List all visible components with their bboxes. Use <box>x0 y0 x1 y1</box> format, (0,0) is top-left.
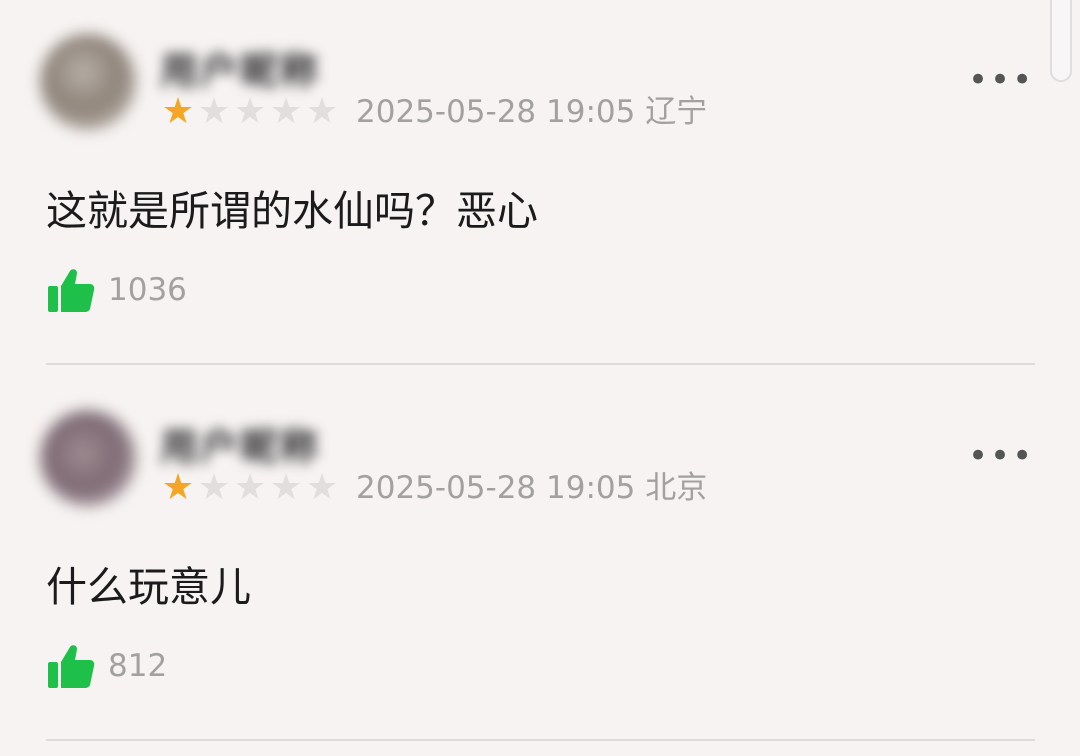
more-options-icon[interactable]: ••• <box>968 436 1032 476</box>
comment-date: 2025-05-28 19:05 <box>356 470 636 506</box>
comment-text: 什么玩意儿 <box>46 563 251 611</box>
thumbs-up-icon <box>48 269 95 312</box>
avatar[interactable] <box>40 410 136 506</box>
more-options-icon[interactable]: ••• <box>968 60 1032 100</box>
comments-page: 用户昵称 ★ ★ ★ ★ ★ 2025-05-28 19:05 辽宁 ••• 这就是所谓… <box>0 0 1080 756</box>
like-count: 1036 <box>108 272 187 308</box>
comment-text: 这就是所谓的水仙吗？恶心 <box>46 187 538 235</box>
comment-item: 用户昵称 ★ ★ ★ ★ ★ 2025-05-28 19:05 辽宁 ••• 这就是所谓… <box>0 0 1080 366</box>
star-empty-icon: ★ <box>197 91 231 132</box>
star-rating: ★ ★ ★ ★ ★ <box>160 92 340 132</box>
comment-location: 辽宁 <box>645 94 708 130</box>
like-count: 812 <box>108 648 168 684</box>
star-empty-icon: ★ <box>233 467 267 508</box>
star-empty-icon: ★ <box>233 91 267 132</box>
star-filled-icon: ★ <box>161 91 195 132</box>
like-button[interactable]: 1036 <box>46 262 187 318</box>
comment-meta: 2025-05-28 19:05 辽宁 <box>356 90 707 134</box>
star-rating: ★ ★ ★ ★ ★ <box>160 468 340 508</box>
divider <box>46 363 1035 365</box>
comment-meta: 2025-05-28 19:05 北京 <box>356 466 707 510</box>
star-filled-icon: ★ <box>161 467 195 508</box>
username[interactable]: 用户昵称 <box>160 40 320 93</box>
comment-date: 2025-05-28 19:05 <box>356 94 636 130</box>
comment-location: 北京 <box>645 470 708 506</box>
star-empty-icon: ★ <box>269 467 303 508</box>
username[interactable]: 用户昵称 <box>160 416 320 469</box>
star-empty-icon: ★ <box>305 467 339 508</box>
star-empty-icon: ★ <box>269 91 303 132</box>
comment-item: 用户昵称 ★ ★ ★ ★ ★ 2025-05-28 19:05 北京 ••• 什么玩意儿… <box>0 376 1080 756</box>
avatar[interactable] <box>40 34 136 130</box>
star-empty-icon: ★ <box>197 467 231 508</box>
scrollbar[interactable] <box>1050 0 1072 82</box>
divider <box>46 739 1035 741</box>
star-empty-icon: ★ <box>305 91 339 132</box>
like-button[interactable]: 812 <box>46 638 167 694</box>
thumbs-up-icon <box>48 645 95 688</box>
